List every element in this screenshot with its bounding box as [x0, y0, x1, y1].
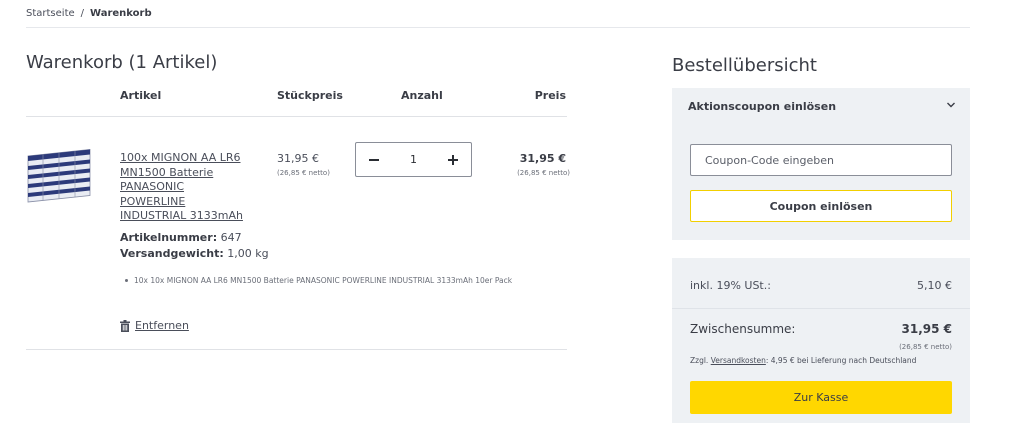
- shipping-weight: Versandgewicht: 1,00 kg: [120, 247, 269, 260]
- totals-panel: inkl. 19% USt.: 5,10 € Zwischensumme: 31…: [672, 258, 970, 423]
- subtotal-row: Zwischensumme: 31,95 €: [690, 322, 952, 336]
- quantity-stepper: 1: [355, 142, 472, 177]
- breadcrumb-home[interactable]: Startseite: [26, 8, 75, 19]
- column-header-quantity: Anzahl: [401, 89, 443, 102]
- cart-title: Warenkorb (1 Artikel): [26, 52, 218, 73]
- vat-label: inkl. 19% USt.:: [690, 279, 771, 292]
- column-header-article: Artikel: [120, 89, 162, 102]
- plus-icon[interactable]: [445, 152, 461, 168]
- remove-button[interactable]: Entfernen: [120, 319, 189, 332]
- chevron-down-icon[interactable]: [946, 100, 956, 110]
- shipping-weight-label: Versandgewicht:: [120, 247, 224, 260]
- apply-coupon-button[interactable]: Coupon einlösen: [690, 190, 952, 222]
- subtotal-net: (26,85 € netto): [899, 343, 952, 351]
- coupon-heading[interactable]: Aktionscoupon einlösen: [688, 100, 836, 113]
- article-number: Artikelnummer: 647: [120, 231, 242, 244]
- article-number-value: 647: [220, 231, 242, 244]
- shipping-costs-link[interactable]: Versandkosten: [711, 356, 766, 365]
- line-price: 31,95 €: [519, 152, 566, 165]
- shipping-weight-value: 1,00 kg: [227, 247, 269, 260]
- shipping-suffix: : 4,95 € bei Lieferung nach Deutschland: [765, 356, 917, 365]
- coupon-code-input[interactable]: [690, 144, 952, 176]
- column-header-unit-price: Stückpreis: [277, 89, 343, 102]
- breadcrumb-divider: [26, 27, 970, 28]
- cart-row-divider: [26, 349, 567, 350]
- checkout-button[interactable]: Zur Kasse: [690, 381, 952, 414]
- subtotal-value: 31,95 €: [901, 322, 952, 336]
- breadcrumb: Startseite / Warenkorb: [26, 8, 152, 19]
- quantity-value[interactable]: 1: [410, 153, 417, 166]
- article-number-label: Artikelnummer:: [120, 231, 218, 244]
- shipping-note: Zzgl. Versandkosten: 4,95 € bei Lieferun…: [690, 356, 916, 365]
- vat-row: inkl. 19% USt.: 5,10 €: [690, 279, 952, 292]
- summary-title: Bestellübersicht: [672, 55, 817, 76]
- line-price-net: (26,85 € netto): [517, 169, 570, 177]
- totals-divider: [672, 308, 970, 309]
- breadcrumb-separator: /: [80, 8, 85, 19]
- table-header-divider: [26, 116, 567, 117]
- product-name-link[interactable]: 100x MIGNON AA LR6 MN1500 Batterie PANAS…: [120, 151, 250, 224]
- minus-icon[interactable]: [366, 152, 382, 168]
- product-image[interactable]: [26, 148, 94, 206]
- coupon-panel: Aktionscoupon einlösen Coupon einlösen: [672, 88, 970, 240]
- unit-price: 31,95 €: [277, 152, 319, 165]
- shipping-prefix: Zzgl.: [690, 356, 709, 365]
- vat-value: 5,10 €: [917, 279, 952, 292]
- column-header-price: Preis: [534, 89, 566, 102]
- unit-price-net: (26,85 € netto): [277, 169, 330, 177]
- subtotal-label: Zwischensumme:: [690, 322, 796, 336]
- breadcrumb-current: Warenkorb: [90, 8, 152, 19]
- bundle-item-line: 10x 10x MIGNON AA LR6 MN1500 Batterie PA…: [124, 276, 513, 285]
- trash-icon: [120, 319, 130, 332]
- remove-label: Entfernen: [135, 319, 189, 332]
